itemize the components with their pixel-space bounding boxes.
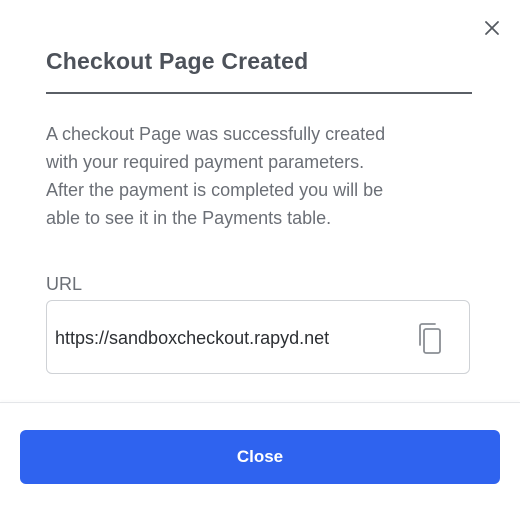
dialog-title: Checkout Page Created (46, 48, 309, 74)
dialog-description: A checkout Page was successfully created… (46, 120, 476, 232)
url-label: URL (46, 274, 83, 294)
footer-divider (0, 402, 520, 403)
url-value[interactable]: https://sandboxcheckout.rapyd.net (55, 328, 329, 349)
copy-icon[interactable] (413, 321, 447, 357)
checkout-created-dialog: Checkout Page Created A checkout Page wa… (0, 0, 520, 508)
close-button[interactable]: Close (20, 430, 500, 484)
url-field[interactable]: https://sandboxcheckout.rapyd.net (46, 300, 470, 374)
description-line: After the payment is completed you will … (46, 180, 384, 200)
close-icon[interactable] (478, 14, 506, 42)
description-line: with your required payment parameters. (46, 152, 365, 172)
title-divider (46, 92, 472, 94)
description-line: able to see it in the Payments table. (46, 208, 332, 228)
description-line: A checkout Page was successfully created (46, 124, 386, 144)
